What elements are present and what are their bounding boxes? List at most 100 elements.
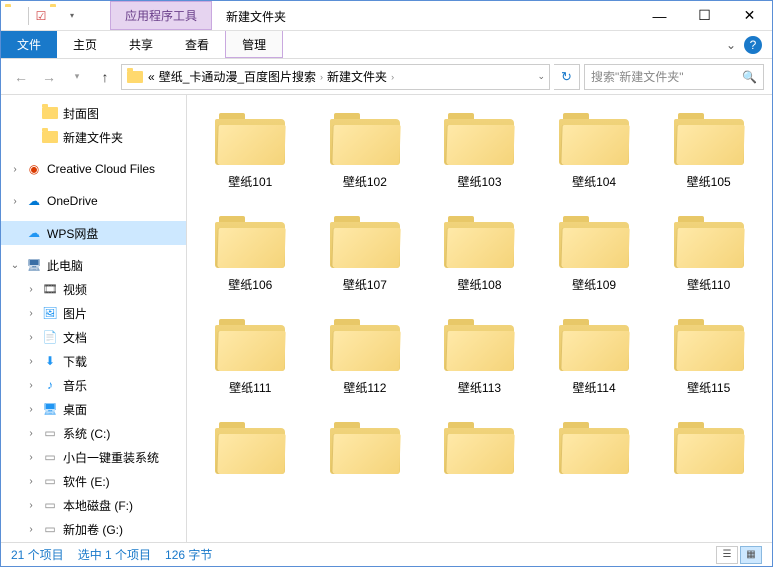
breadcrumb-prefix: « [148, 70, 155, 84]
expand-icon[interactable]: › [9, 196, 21, 207]
chevron-right-icon: › [391, 72, 394, 82]
title-bar: ☑ ▾ 应用程序工具 新建文件夹 — ☐ ✕ [1, 1, 772, 31]
help-icon[interactable]: ? [744, 36, 762, 54]
folder-item[interactable] [541, 418, 648, 486]
expand-ribbon-icon[interactable]: ⌄ [726, 38, 736, 52]
expand-icon[interactable]: › [9, 164, 21, 175]
tree-item-thispc[interactable]: ⌄ 🖥 此电脑 [1, 253, 186, 277]
maximize-button[interactable]: ☐ [682, 1, 727, 30]
icons-view-button[interactable]: ▦ [740, 546, 762, 564]
folder-item[interactable]: 壁纸114 [541, 315, 648, 400]
tree-item[interactable]: › ⬇ 下载 [1, 349, 186, 373]
tree-item[interactable]: › 🖼 图片 [1, 301, 186, 325]
folder-item[interactable]: 壁纸113 [426, 315, 533, 400]
expand-icon[interactable]: › [25, 428, 37, 439]
window-title: 新建文件夹 [212, 3, 300, 30]
folder-item[interactable]: 壁纸110 [655, 212, 762, 297]
tab-file[interactable]: 文件 [1, 31, 57, 58]
qat-dropdown-icon[interactable]: ▾ [70, 11, 80, 20]
expand-icon[interactable]: › [25, 524, 37, 535]
breadcrumb-segment[interactable]: 新建文件夹› [327, 68, 394, 85]
folder-item[interactable] [197, 418, 304, 486]
tab-home[interactable]: 主页 [57, 31, 113, 58]
minimize-button[interactable]: — [637, 1, 682, 30]
tab-share[interactable]: 共享 [113, 31, 169, 58]
recent-dropdown-icon[interactable]: ▾ [65, 65, 89, 89]
folder-item[interactable]: 壁纸101 [197, 109, 304, 194]
folder-item[interactable] [312, 418, 419, 486]
details-view-button[interactable]: ☰ [716, 546, 738, 564]
folder-icon[interactable] [50, 7, 68, 25]
tree-item[interactable]: › 🖥 桌面 [1, 397, 186, 421]
tree-item[interactable]: › ▭ 新加卷 (G:) [1, 517, 186, 541]
tab-manage[interactable]: 管理 [225, 31, 283, 58]
folder-item[interactable]: 壁纸109 [541, 212, 648, 297]
drive-icon: ▭ [41, 448, 59, 466]
folder-label: 壁纸102 [316, 173, 415, 190]
expand-icon[interactable]: › [25, 332, 37, 343]
forward-button[interactable]: → [37, 65, 61, 89]
folder-item[interactable]: 壁纸104 [541, 109, 648, 194]
tree-item[interactable]: › 🎞 视频 [1, 277, 186, 301]
folder-item[interactable]: 壁纸115 [655, 315, 762, 400]
onedrive-icon: ☁ [25, 192, 43, 210]
expand-icon[interactable]: › [25, 404, 37, 415]
tree-item-wps[interactable]: ☁ WPS网盘 [1, 221, 186, 245]
folder-label: 壁纸104 [545, 173, 644, 190]
tree-item[interactable]: 新建文件夹 [1, 125, 186, 149]
folder-item[interactable] [655, 418, 762, 486]
folder-icon [559, 113, 629, 165]
expand-icon[interactable]: › [25, 500, 37, 511]
folder-item[interactable]: 壁纸112 [312, 315, 419, 400]
folder-item[interactable]: 壁纸103 [426, 109, 533, 194]
folder-icon [215, 422, 285, 474]
file-grid[interactable]: 壁纸101 壁纸102 壁纸103 壁纸104 壁纸105 壁纸106 壁纸10… [187, 95, 772, 542]
tree-item-label: 新加卷 (G:) [63, 521, 123, 538]
breadcrumb-segment[interactable]: 壁纸_卡通动漫_百度图片搜索› [159, 68, 323, 85]
tree-item-label: 图片 [63, 305, 87, 322]
tree-item-creative-cloud[interactable]: › ◉ Creative Cloud Files [1, 157, 186, 181]
folder-label: 壁纸113 [430, 379, 529, 396]
folder-icon [444, 422, 514, 474]
tree-item-label: 下载 [63, 353, 87, 370]
folder-item[interactable]: 壁纸108 [426, 212, 533, 297]
tree-item[interactable]: › ▭ 小白一键重装系统 [1, 445, 186, 469]
properties-icon[interactable]: ☑ [34, 9, 48, 23]
address-dropdown-icon[interactable]: ⌄ [537, 71, 545, 82]
search-placeholder: 搜索"新建文件夹" [591, 68, 684, 85]
tree-item-onedrive[interactable]: › ☁ OneDrive [1, 189, 186, 213]
tree-item[interactable]: › ▭ 本地磁盘 (F:) [1, 493, 186, 517]
folder-item[interactable]: 壁纸105 [655, 109, 762, 194]
folder-label: 壁纸103 [430, 173, 529, 190]
folder-item[interactable]: 壁纸106 [197, 212, 304, 297]
expand-icon[interactable]: › [25, 476, 37, 487]
folder-label: 壁纸101 [201, 173, 300, 190]
tree-item[interactable]: › ▭ 软件 (E:) [1, 469, 186, 493]
close-button[interactable]: ✕ [727, 1, 772, 30]
tree-item[interactable]: › ▭ 系统 (C:) [1, 421, 186, 445]
navigation-tree[interactable]: 封面图 新建文件夹 › ◉ Creative Cloud Files › ☁ O… [1, 95, 187, 542]
tree-item-label: 文档 [63, 329, 87, 346]
expand-icon[interactable]: › [25, 380, 37, 391]
tree-item[interactable]: › ♪ 音乐 [1, 373, 186, 397]
folder-item[interactable]: 壁纸111 [197, 315, 304, 400]
up-button[interactable]: ↑ [93, 65, 117, 89]
folder-item[interactable]: 壁纸107 [312, 212, 419, 297]
breadcrumb[interactable]: « 壁纸_卡通动漫_百度图片搜索› 新建文件夹› ⌄ [121, 64, 550, 90]
folder-item[interactable] [426, 418, 533, 486]
refresh-button[interactable]: ↻ [554, 64, 580, 90]
expand-icon[interactable]: › [25, 452, 37, 463]
folder-icon [674, 319, 744, 371]
folder-item[interactable]: 壁纸102 [312, 109, 419, 194]
search-input[interactable]: 搜索"新建文件夹" 🔍 [584, 64, 764, 90]
wps-icon: ☁ [25, 224, 43, 242]
expand-icon[interactable]: › [25, 284, 37, 295]
expand-icon[interactable]: › [25, 356, 37, 367]
expand-icon[interactable]: › [25, 308, 37, 319]
back-button[interactable]: ← [9, 65, 33, 89]
tree-item[interactable]: › 📄 文档 [1, 325, 186, 349]
main-content: 封面图 新建文件夹 › ◉ Creative Cloud Files › ☁ O… [1, 95, 772, 542]
tree-item[interactable]: 封面图 [1, 101, 186, 125]
collapse-icon[interactable]: ⌄ [9, 260, 21, 271]
tab-view[interactable]: 查看 [169, 31, 225, 58]
